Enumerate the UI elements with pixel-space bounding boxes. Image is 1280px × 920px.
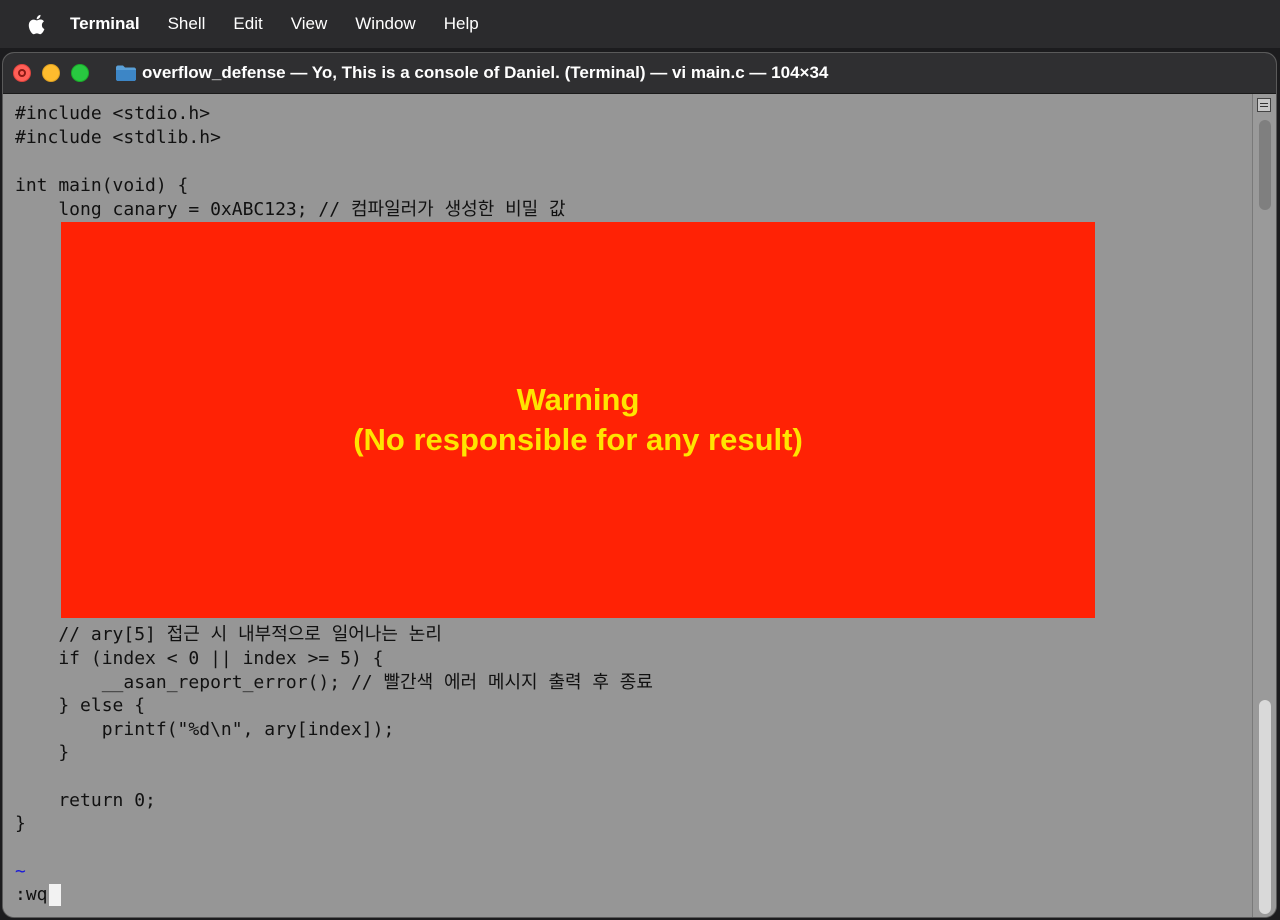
code-line: } else { xyxy=(15,695,146,716)
code-line: // ary[5] 접근 시 내부적으로 일어나는 논리 xyxy=(15,624,442,645)
code-line: long canary = 0xABC123; // 컴파일러가 생성한 비밀 … xyxy=(15,199,566,220)
menu-view[interactable]: View xyxy=(291,14,328,34)
warning-title: Warning xyxy=(516,382,640,417)
close-button[interactable] xyxy=(13,64,31,82)
terminal-content[interactable]: #include <stdio.h> #include <stdlib.h> i… xyxy=(3,94,1253,917)
split-pane-icon[interactable] xyxy=(1257,98,1271,112)
code-line: #include <stdio.h> xyxy=(15,103,211,124)
code-line: printf("%d\n", ary[index]); xyxy=(15,719,395,740)
empty-line-marker: ~ xyxy=(15,861,26,882)
menu-bar: Terminal Shell Edit View Window Help xyxy=(0,0,1280,48)
code-line: if (index < 0 || index >= 5) { xyxy=(15,648,384,669)
menu-shell[interactable]: Shell xyxy=(168,14,206,34)
code-line: return 0; xyxy=(15,790,156,811)
zoom-button[interactable] xyxy=(71,64,89,82)
menu-terminal[interactable]: Terminal xyxy=(70,14,140,34)
title-bar[interactable]: overflow_defense — Yo, This is a console… xyxy=(3,53,1276,94)
folder-icon xyxy=(116,65,136,81)
menu-help[interactable]: Help xyxy=(444,14,479,34)
minimize-button[interactable] xyxy=(42,64,60,82)
terminal-window: overflow_defense — Yo, This is a console… xyxy=(2,52,1277,918)
warning-overlay: Warning (No responsible for any result) xyxy=(61,222,1095,618)
code-line: int main(void) { xyxy=(15,175,189,196)
apple-icon[interactable] xyxy=(26,13,46,35)
vertical-scrollbar[interactable] xyxy=(1252,94,1276,917)
menu-window[interactable]: Window xyxy=(355,14,415,34)
scroll-track-marker xyxy=(1259,120,1271,210)
window-title: overflow_defense — Yo, This is a console… xyxy=(142,63,829,82)
command-line[interactable]: :wq xyxy=(15,883,61,907)
warning-subtitle: (No responsible for any result) xyxy=(353,422,803,457)
text-cursor xyxy=(48,884,61,906)
traffic-lights xyxy=(13,64,100,82)
code-line: __asan_report_error(); // 빨간색 에러 메시지 출력 … xyxy=(15,672,653,693)
code-line: } xyxy=(15,813,26,834)
code-line: } xyxy=(15,742,70,763)
command-text: :wq xyxy=(15,884,48,905)
scroll-thumb[interactable] xyxy=(1259,700,1271,914)
code-line: #include <stdlib.h> xyxy=(15,127,221,148)
menu-edit[interactable]: Edit xyxy=(233,14,262,34)
